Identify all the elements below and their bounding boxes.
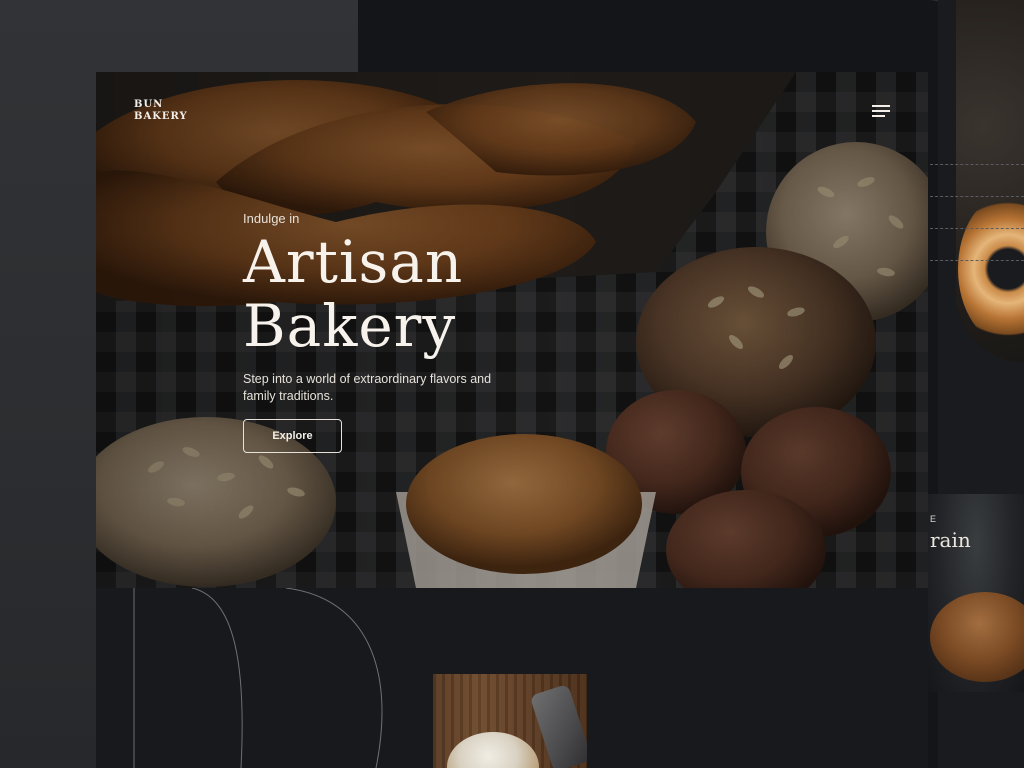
dashed-divider — [930, 196, 1024, 197]
hero-subtitle: Step into a world of extraordinary flavo… — [243, 372, 492, 403]
grain-card-title: rain — [930, 528, 971, 552]
brand-logo-line1: BUN — [134, 99, 164, 110]
hero-eyebrow: Indulge in — [243, 211, 300, 226]
donut-image — [958, 194, 1024, 344]
website-mockup-card: BUN BAKERY Indulge in Artisan Bakery Ste… — [96, 72, 928, 768]
hero-dark-overlay — [96, 72, 928, 588]
grain-card-eyebrow: E — [930, 514, 938, 524]
dashed-divider — [930, 228, 1024, 229]
brand-logo-line2: BAKERY — [134, 111, 188, 122]
hero-title-line2: Bakery — [243, 292, 457, 360]
hero-title: Artisan Bakery — [243, 230, 463, 358]
dashed-divider — [930, 164, 1024, 165]
hero-section: BUN BAKERY Indulge in Artisan Bakery Ste… — [96, 72, 928, 588]
side-preview-grain-card: E rain — [928, 494, 1024, 692]
menu-line — [872, 110, 890, 112]
side-preview-donut-card — [956, 0, 1024, 362]
explore-button[interactable]: Explore — [243, 419, 342, 453]
menu-line — [872, 105, 890, 107]
brand-logo[interactable]: BUN BAKERY — [134, 99, 188, 123]
decorative-outline-letter — [133, 588, 383, 768]
hamburger-menu-icon[interactable] — [868, 102, 890, 118]
menu-line — [872, 115, 885, 117]
dashed-divider — [930, 260, 1024, 261]
grain-loaf-image — [930, 592, 1024, 682]
bread-on-board-thumbnail — [433, 674, 587, 768]
hero-title-line1: Artisan — [243, 228, 464, 296]
